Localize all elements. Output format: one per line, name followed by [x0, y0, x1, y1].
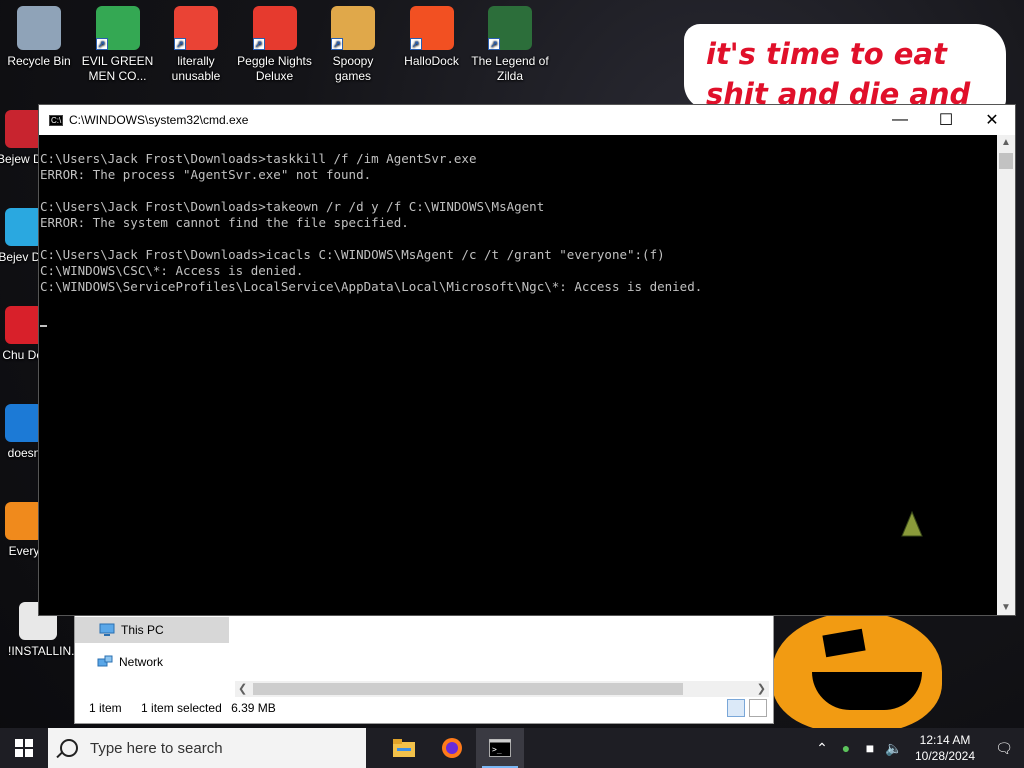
- shortcut-arrow-icon: ↗: [488, 38, 500, 50]
- shortcut-arrow-icon: ↗: [252, 38, 265, 50]
- nav-network[interactable]: Network: [97, 655, 163, 669]
- pumpkin-eye: [822, 628, 866, 658]
- firefox-icon: [442, 738, 462, 758]
- nav-this-pc[interactable]: This PC: [75, 617, 229, 643]
- desktop-icon[interactable]: ↗ HalloDock: [393, 0, 471, 69]
- chrome-icon: ↗: [174, 6, 218, 50]
- text-cursor: [40, 325, 47, 327]
- scroll-thumb[interactable]: [999, 153, 1013, 169]
- desktop-icon-label: !INSTALLIN...: [8, 644, 82, 658]
- shortcut-arrow-icon: ↗: [95, 38, 108, 50]
- pumpkin-decoration: [772, 612, 942, 732]
- shortcut-arrow-icon: ↗: [331, 38, 343, 50]
- horizontal-scrollbar[interactable]: ❮ ❯: [235, 681, 769, 697]
- file-explorer-icon: [393, 739, 415, 757]
- status-size: 6.39 MB: [231, 701, 276, 715]
- cmd-titlebar[interactable]: C:\ C:\WINDOWS\system32\cmd.exe — ☐ ✕: [39, 105, 1015, 135]
- search-icon: [60, 739, 78, 757]
- desktop-icon-label: EVIL GREEN MEN CO...: [81, 54, 154, 83]
- scroll-thumb[interactable]: [253, 683, 683, 695]
- folder-icon: ↗: [331, 6, 375, 50]
- large-icons-view-button[interactable]: [749, 699, 767, 717]
- status-bar: 1 item 1 item selected 6.39 MB: [89, 701, 292, 715]
- close-button[interactable]: ✕: [969, 105, 1015, 135]
- clock-time: 12:14 AM: [919, 733, 971, 747]
- cmd-title: C:\WINDOWS\system32\cmd.exe: [69, 113, 249, 127]
- windows-logo-icon: ↗: [409, 6, 454, 50]
- computer-icon: [99, 623, 115, 636]
- desktop-icon-label: Recycle Bin: [7, 54, 71, 68]
- status-item-count: 1 item: [89, 701, 122, 715]
- recycle-bin-icon: [17, 6, 61, 50]
- scroll-left-icon[interactable]: ❮: [238, 682, 247, 695]
- shortcut-arrow-icon: ↗: [409, 38, 422, 50]
- taskbar-search[interactable]: Type here to search: [48, 728, 366, 768]
- desktop-icon[interactable]: Recycle Bin: [0, 0, 78, 69]
- cmd-icon: >_: [489, 739, 511, 757]
- green-men-icon: ↗: [95, 6, 140, 50]
- desktop-icon-label: literally unusable: [171, 54, 221, 83]
- notifications-icon[interactable]: 🗨: [984, 740, 1024, 757]
- pumpkin-mouth: [812, 672, 922, 710]
- meme-banner: it's time to eat shit and die and go tri…: [684, 24, 1006, 151]
- svg-text:>_: >_: [492, 745, 502, 754]
- shortcut-arrow-icon: ↗: [174, 38, 186, 50]
- peggle-icon: ↗: [252, 6, 297, 50]
- nav-network-label: Network: [119, 655, 164, 669]
- system-tray: ⌃ ● ■ 🔈 12:14 AM 10/28/2024 🗨: [810, 728, 1024, 768]
- start-button[interactable]: [0, 728, 48, 768]
- user-status-icon[interactable]: ●: [834, 740, 858, 756]
- minimize-button[interactable]: —: [877, 105, 923, 135]
- nav-this-pc-label: This PC: [121, 623, 164, 637]
- scroll-down-icon[interactable]: ▼: [997, 602, 1015, 613]
- desktop-icon[interactable]: ↗ Spoopy games: [314, 0, 392, 84]
- file-explorer-window: This PC Network ❮ ❯ 1 item 1 item select…: [74, 612, 774, 724]
- cmd-window-icon: C:\: [49, 114, 63, 126]
- desktop-icon[interactable]: ↗ literally unusable: [157, 0, 235, 84]
- show-hidden-icons-icon[interactable]: ⌃: [810, 740, 834, 757]
- desktop-icon[interactable]: ↗ The Legend of Zilda: [471, 0, 549, 84]
- console-output[interactable]: C:\Users\Jack Frost\Downloads>taskkill /…: [39, 135, 997, 615]
- clock[interactable]: 12:14 AM 10/28/2024: [906, 732, 984, 764]
- details-view-button[interactable]: [727, 699, 745, 717]
- scroll-up-icon[interactable]: ▲: [997, 137, 1015, 148]
- scroll-right-icon[interactable]: ❯: [757, 682, 766, 695]
- search-placeholder: Type here to search: [90, 739, 223, 757]
- desktop-icon-label: The Legend of Zilda: [471, 54, 549, 83]
- clock-date: 10/28/2024: [914, 749, 976, 763]
- cmd-scrollbar[interactable]: ▲ ▼: [997, 135, 1015, 615]
- network-icon: [97, 655, 113, 667]
- console-line: C:\WINDOWS\ServiceProfiles\LocalService\…: [40, 279, 703, 294]
- desktop-icon-label: Peggle Nights Deluxe: [237, 54, 312, 83]
- console-line: C:\Users\Jack Frost\Downloads>taskkill /…: [40, 151, 477, 166]
- console-line: ERROR: The process "AgentSvr.exe" not fo…: [40, 167, 372, 182]
- zelda-icon: ↗: [488, 6, 532, 50]
- desktop-icon-label: Spoopy games: [332, 54, 374, 83]
- desktop-icon[interactable]: ↗ EVIL GREEN MEN CO...: [79, 0, 157, 84]
- console-line: C:\WINDOWS\CSC\*: Access is denied.: [40, 263, 304, 278]
- taskbar-cmd[interactable]: >_: [476, 728, 524, 768]
- maximize-button[interactable]: ☐: [923, 105, 969, 135]
- console-line: C:\Users\Jack Frost\Downloads>takeown /r…: [40, 199, 545, 214]
- console-line: C:\Users\Jack Frost\Downloads>icacls C:\…: [40, 247, 665, 262]
- taskbar: Type here to search >_ ⌃ ● ■ 🔈 12:14 AM …: [0, 728, 1024, 768]
- desktop-icon[interactable]: ↗ Peggle Nights Deluxe: [236, 0, 314, 84]
- taskbar-firefox[interactable]: [428, 728, 476, 768]
- windows-start-icon: [15, 739, 33, 757]
- desktop-icon-label: HalloDock: [404, 54, 459, 68]
- taskbar-file-explorer[interactable]: [380, 728, 428, 768]
- volume-icon[interactable]: 🔈: [882, 740, 906, 757]
- network-tray-icon[interactable]: ■: [858, 740, 882, 756]
- tree-sprite-icon: [901, 510, 923, 537]
- status-selected: 1 item selected: [141, 701, 222, 715]
- console-line: ERROR: The system cannot find the file s…: [40, 215, 409, 230]
- cmd-window: C:\ C:\WINDOWS\system32\cmd.exe — ☐ ✕ C:…: [38, 104, 1016, 616]
